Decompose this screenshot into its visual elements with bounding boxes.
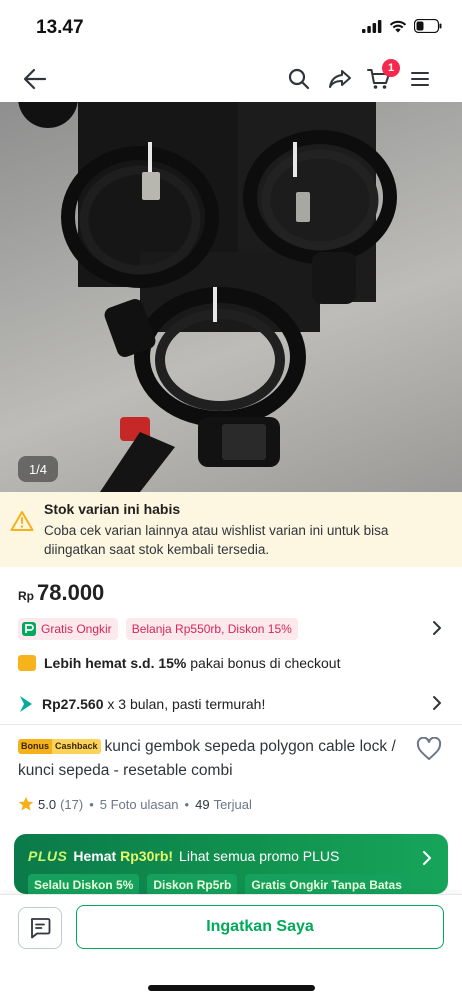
rating-count: (17) — [60, 796, 84, 812]
stock-warning-title: Stok varian ini habis — [44, 501, 181, 517]
search-button[interactable] — [284, 64, 314, 94]
plus-logo: PLUS — [28, 848, 68, 864]
installment-text: x 3 bulan, pasti termurah! — [103, 696, 266, 712]
free-shipping-label: Gratis Ongkir — [41, 622, 112, 636]
status-bar: 13.47 — [0, 0, 462, 56]
rating-score: 5.0 — [38, 796, 57, 812]
divider — [0, 724, 462, 725]
star-icon — [18, 796, 34, 811]
installment-row[interactable]: Rp27.560 x 3 bulan, pasti termurah! — [18, 692, 446, 716]
plus-promo-card[interactable]: PLUS Hemat Rp30rb! Lihat semua promo PLU… — [14, 834, 448, 894]
share-icon — [329, 70, 351, 88]
chevron-right-icon — [423, 851, 431, 865]
image-counter: 1/4 — [18, 456, 58, 482]
plus-chip: Gratis Ongkir Tanpa Batas — [245, 874, 408, 894]
bonus-badge-left: Bonus — [18, 739, 52, 754]
rating-row[interactable]: 5.0 (17) • 5 Foto ulasan • 49 Terjual — [18, 796, 252, 812]
plus-chip: Diskon Rp5rb — [147, 874, 238, 894]
status-icons — [362, 19, 442, 33]
arrow-left-icon — [23, 68, 47, 90]
wishlist-button[interactable] — [416, 736, 442, 766]
chevron-right-icon — [433, 621, 441, 635]
plus-benefit-chips: Selalu Diskon 5% Diskon Rp5rb Gratis Ong… — [28, 874, 408, 894]
plus-chip: Selalu Diskon 5% — [28, 874, 140, 894]
savings-highlight: Lebih hemat s.d. 15% — [44, 655, 187, 671]
share-button[interactable] — [325, 64, 355, 94]
paylater-icon — [20, 696, 32, 712]
sold-count: 49 — [195, 796, 210, 812]
bonus-cashback-badge: Bonus Cashback — [18, 739, 101, 754]
product-photo — [18, 102, 397, 492]
savings-text: pakai bonus di checkout — [186, 655, 341, 671]
chevron-right-icon — [433, 696, 441, 710]
cart-count-badge: 1 — [382, 59, 400, 77]
chat-icon — [30, 918, 51, 939]
product-image-gallery[interactable]: 1/4 — [0, 102, 462, 492]
plus-promo-header: PLUS Hemat Rp30rb! Lihat semua promo PLU… — [28, 848, 339, 864]
chat-button[interactable] — [18, 907, 62, 949]
free-shipping-tag: Gratis Ongkir — [18, 618, 118, 640]
signal-icon — [362, 19, 382, 33]
price-currency: Rp — [18, 589, 34, 603]
status-time: 13.47 — [36, 17, 84, 38]
bottom-action-bar: Ingatkan Saya — [0, 894, 462, 1000]
stock-warning-banner: Stok varian ini habis Coba cek varian la… — [0, 492, 462, 567]
separator-dot: • — [89, 796, 94, 812]
separator-dot: • — [184, 796, 190, 812]
hamburger-menu-icon — [411, 72, 429, 86]
heart-icon — [416, 736, 442, 760]
sold-label: Terjual — [213, 796, 252, 812]
search-icon — [288, 68, 310, 90]
shipping-promo-row[interactable]: Gratis Ongkir Belanja Rp550rb, Diskon 15… — [18, 616, 446, 642]
plus-see-all: Lihat semua promo PLUS — [179, 848, 340, 864]
plus-amount: Rp30rb! — [120, 848, 174, 864]
free-shipping-icon — [22, 622, 36, 636]
price: Rp 78.000 — [18, 580, 104, 606]
home-indicator — [148, 985, 315, 991]
app-header: 1 — [0, 56, 462, 102]
coin-icon — [18, 655, 36, 671]
remind-me-button[interactable]: Ingatkan Saya — [76, 905, 444, 949]
stock-warning-body: Coba cek varian lainnya atau wishlist va… — [44, 523, 389, 557]
photo-reviews: 5 Foto ulasan — [99, 796, 179, 812]
savings-row: Lebih hemat s.d. 15% pakai bonus di chec… — [18, 655, 340, 671]
bonus-badge-right: Cashback — [52, 739, 101, 754]
product-title-block: Bonus Cashback kunci gembok sepeda polyg… — [18, 735, 408, 783]
discount-tag: Belanja Rp550rb, Diskon 15% — [125, 618, 298, 640]
back-button[interactable] — [20, 64, 50, 94]
warning-icon — [10, 511, 34, 531]
wifi-icon — [389, 20, 407, 32]
menu-button[interactable] — [405, 64, 435, 94]
cart-button[interactable]: 1 — [364, 59, 400, 94]
plus-hemat: Hemat — [73, 848, 117, 864]
battery-icon — [414, 19, 442, 33]
price-value: 78.000 — [37, 580, 105, 605]
installment-amount: Rp27.560 — [42, 696, 104, 712]
